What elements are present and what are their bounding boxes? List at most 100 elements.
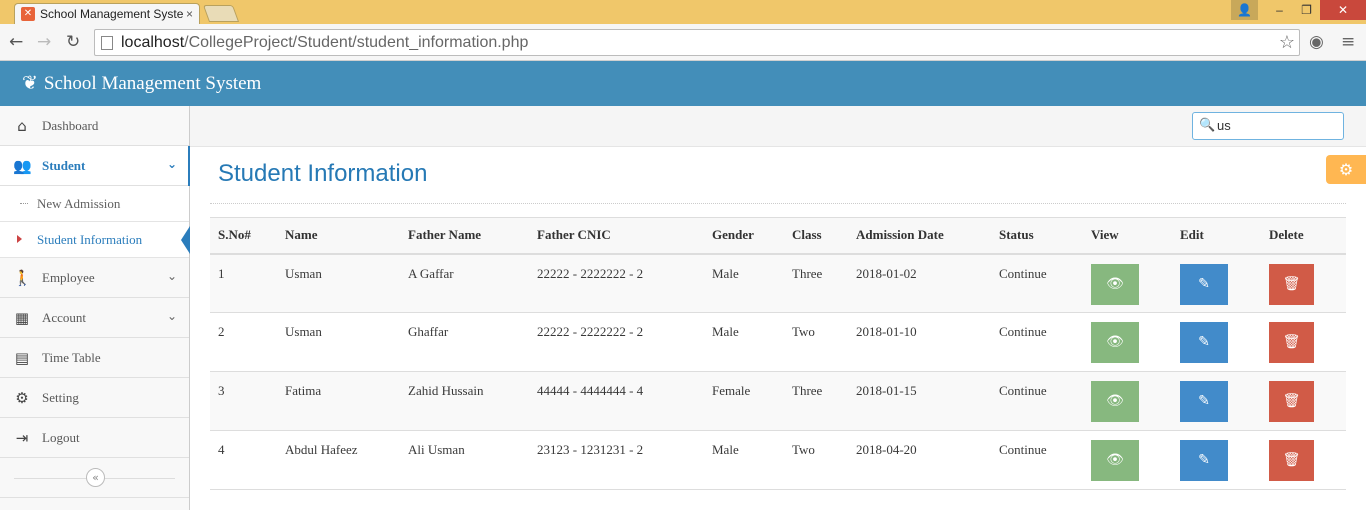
cell-sno: 2: [210, 312, 277, 372]
view-button[interactable]: 👁: [1091, 381, 1139, 422]
users-icon: 👥: [13, 157, 32, 175]
cell-gender: Male: [704, 312, 784, 372]
employee-icon: 🚶: [13, 269, 32, 287]
trash-icon: 🗑: [1282, 334, 1301, 350]
cell-view: 👁: [1083, 371, 1172, 431]
sidebar-item-time-table[interactable]: ▤ Time Table: [0, 338, 189, 378]
col-father-cnic[interactable]: Father CNIC: [529, 217, 704, 255]
sidebar-subitem-label: New Admission: [37, 195, 121, 211]
tab-close-icon[interactable]: ×: [186, 7, 193, 21]
reload-icon[interactable]: ↻: [66, 32, 80, 52]
settings-gear-button[interactable]: ⚙: [1326, 155, 1366, 184]
cell-edit: ✎: [1172, 430, 1261, 490]
maximize-button[interactable]: ❐: [1293, 0, 1320, 20]
sidebar-collapse: «: [0, 458, 189, 498]
page-title: Student Information: [218, 160, 428, 187]
chevron-down-icon: ⌄: [166, 269, 177, 283]
cell-father-cnic: 22222 - 2222222 - 2: [529, 312, 704, 372]
url-host: localhost: [121, 34, 185, 51]
edit-button[interactable]: ✎: [1180, 381, 1228, 422]
chevron-down-icon: ⌄: [166, 157, 177, 171]
cell-name: Usman: [277, 312, 400, 372]
sidebar-item-employee[interactable]: 🚶 Employee ⌄: [0, 258, 189, 298]
browser-tabbar: ✕ School Management Syste × 👤 ‒ ❐ ✕: [0, 0, 1366, 24]
cell-father-name: Zahid Hussain: [400, 371, 529, 431]
edit-icon: ✎: [1198, 452, 1210, 468]
new-tab-button[interactable]: [202, 5, 240, 22]
sidebar-subitem-label: Student Information: [37, 231, 143, 247]
delete-button[interactable]: 🗑: [1269, 381, 1314, 422]
address-bar[interactable]: localhost/CollegeProject/Student/student…: [94, 29, 1300, 56]
table-row: 3 Fatima Zahid Hussain 44444 - 4444444 -…: [210, 371, 1346, 431]
bookmark-star-icon[interactable]: ☆: [1279, 30, 1295, 55]
url-path: /CollegeProject/Student/student_informat…: [184, 34, 529, 51]
view-button[interactable]: 👁: [1091, 440, 1139, 481]
back-arrow-icon[interactable]: ←: [9, 32, 23, 52]
sidebar-item-logout[interactable]: ⇥ Logout: [0, 418, 189, 458]
sidebar-item-dashboard[interactable]: ⌂ Dashboard: [0, 106, 189, 146]
edit-button[interactable]: ✎: [1180, 322, 1228, 363]
sidebar-item-student[interactable]: 👥 Student ⌄: [0, 146, 190, 186]
edit-button[interactable]: ✎: [1180, 263, 1228, 305]
delete-button[interactable]: 🗑: [1269, 263, 1314, 305]
calendar-icon: ▤: [14, 349, 30, 367]
sidebar-item-setting[interactable]: ⚙ Setting: [0, 378, 189, 418]
cell-edit: ✎: [1172, 371, 1261, 431]
window-controls: 👤 ‒ ❐ ✕: [1231, 0, 1366, 20]
active-indicator: [181, 226, 190, 254]
view-button[interactable]: 👁: [1091, 263, 1139, 305]
col-father-name[interactable]: Father Name: [400, 217, 529, 255]
col-status[interactable]: Status: [991, 217, 1083, 255]
forward-arrow-icon[interactable]: →: [37, 32, 51, 52]
app-brand[interactable]: School Management System: [44, 73, 261, 95]
eye-icon: 👁: [1106, 334, 1124, 350]
minimize-button[interactable]: ‒: [1266, 0, 1293, 20]
browser-tab[interactable]: ✕ School Management Syste ×: [14, 3, 200, 24]
logout-icon: ⇥: [15, 429, 29, 447]
cell-father-cnic: 22222 - 2222222 - 2: [529, 253, 704, 313]
delete-button[interactable]: 🗑: [1269, 440, 1314, 481]
cell-father-name: Ghaffar: [400, 312, 529, 372]
cell-admission-date: 2018-01-02: [848, 253, 991, 313]
cell-delete: 🗑: [1261, 253, 1346, 313]
trash-icon: 🗑: [1282, 275, 1301, 292]
close-window-button[interactable]: ✕: [1320, 0, 1366, 20]
table-header-row: S.No# Name Father Name Father CNIC Gende…: [210, 217, 1346, 255]
cell-admission-date: 2018-01-10: [848, 312, 991, 372]
view-button[interactable]: 👁: [1091, 322, 1139, 363]
cell-name: Abdul Hafeez: [277, 430, 400, 490]
browser-menu-icon[interactable]: ≡: [1341, 32, 1355, 52]
calculator-icon: ▦: [14, 309, 30, 327]
app-navbar: ❦ School Management System: [0, 61, 1366, 106]
xampp-favicon-icon: ✕: [21, 7, 35, 21]
delete-button[interactable]: 🗑: [1269, 322, 1314, 363]
edit-button[interactable]: ✎: [1180, 440, 1228, 481]
sidebar-item-account[interactable]: ▦ Account ⌄: [0, 298, 189, 338]
profile-icon[interactable]: 👤: [1231, 0, 1258, 20]
cell-father-name: Ali Usman: [400, 430, 529, 490]
chevron-down-icon: ⌄: [166, 309, 177, 323]
col-edit: Edit: [1172, 217, 1261, 255]
eye-icon: 👁: [1106, 275, 1124, 292]
col-class[interactable]: Class: [784, 217, 848, 255]
browser-toolbar: ← → ↻ localhost/CollegeProject/Student/s…: [0, 24, 1366, 61]
sidebar-subitem-student-information[interactable]: Student Information: [0, 222, 190, 258]
tree-line: [20, 203, 28, 204]
cell-gender: Male: [704, 253, 784, 313]
cell-sno: 3: [210, 371, 277, 431]
sidebar-item-label: Employee: [42, 269, 95, 285]
trash-icon: 🗑: [1282, 452, 1301, 468]
double-chevron-left-icon[interactable]: «: [86, 468, 105, 487]
col-gender[interactable]: Gender: [704, 217, 784, 255]
trash-icon: 🗑: [1282, 393, 1301, 409]
extension-globe-icon[interactable]: ◉: [1309, 32, 1324, 52]
cell-delete: 🗑: [1261, 312, 1346, 372]
col-name[interactable]: Name: [277, 217, 400, 255]
search-value: us: [1217, 118, 1231, 133]
col-sno[interactable]: S.No#: [210, 217, 277, 255]
breadcrumbs-bar: [190, 106, 1366, 147]
search-input[interactable]: 🔍 us: [1192, 112, 1344, 140]
cell-status: Continue: [991, 430, 1083, 490]
sidebar-subitem-new-admission[interactable]: New Admission: [0, 186, 189, 222]
col-admission-date[interactable]: Admission Date: [848, 217, 991, 255]
